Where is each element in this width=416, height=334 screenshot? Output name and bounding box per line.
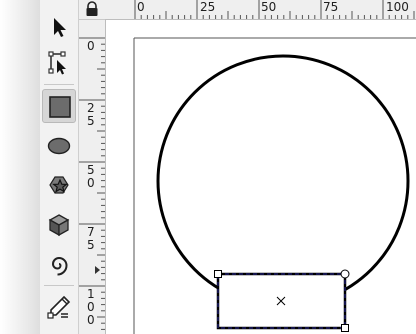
vertical-ruler[interactable]: 0 2 5 5 0 7 5 1 0 0 — [79, 20, 106, 334]
ellipse-icon — [47, 137, 71, 155]
rectangle-icon — [49, 96, 71, 118]
star-polygon-icon — [49, 176, 69, 194]
pencil-pen-icon — [47, 295, 71, 319]
tool-spiral[interactable] — [42, 247, 76, 281]
tool-node-editor[interactable] — [42, 46, 76, 80]
ruler-label-x-50: 50 — [261, 0, 277, 14]
ruler-corner — [79, 0, 106, 20]
ruler-label-x-0: 0 — [137, 0, 145, 14]
tool-rectangle[interactable] — [42, 89, 76, 123]
tool-pencil-pen[interactable] — [42, 290, 76, 324]
lock-icon[interactable] — [79, 0, 105, 19]
tool-selector[interactable] — [42, 10, 76, 44]
ruler-label-x-25: 25 — [200, 0, 216, 14]
ruler-label-x-75: 75 — [323, 0, 339, 14]
toolbox — [40, 0, 79, 334]
window-edge-shadow — [0, 0, 40, 334]
toolbox-separator — [44, 84, 74, 85]
toolbox-separator — [44, 285, 74, 286]
tool-ellipse[interactable] — [42, 129, 76, 163]
resize-handle-bottom-right[interactable] — [341, 324, 349, 332]
3d-box-icon — [48, 214, 70, 237]
node-editor-icon — [48, 51, 66, 75]
horizontal-ruler[interactable]: 0 25 50 75 100 — [105, 0, 416, 20]
resize-handle-top-left[interactable] — [214, 270, 222, 278]
tool-3d-box[interactable] — [42, 208, 76, 242]
selector-arrow-icon — [54, 18, 66, 37]
ruler-label-x-100: 100 — [386, 0, 409, 14]
corner-radius-handle[interactable] — [340, 269, 350, 279]
circle-shape[interactable] — [156, 54, 410, 308]
ruler-pointer-marker — [95, 266, 100, 274]
drawing-canvas[interactable] — [106, 20, 416, 334]
spiral-icon — [51, 256, 68, 276]
tool-star-polygon[interactable] — [42, 168, 76, 202]
